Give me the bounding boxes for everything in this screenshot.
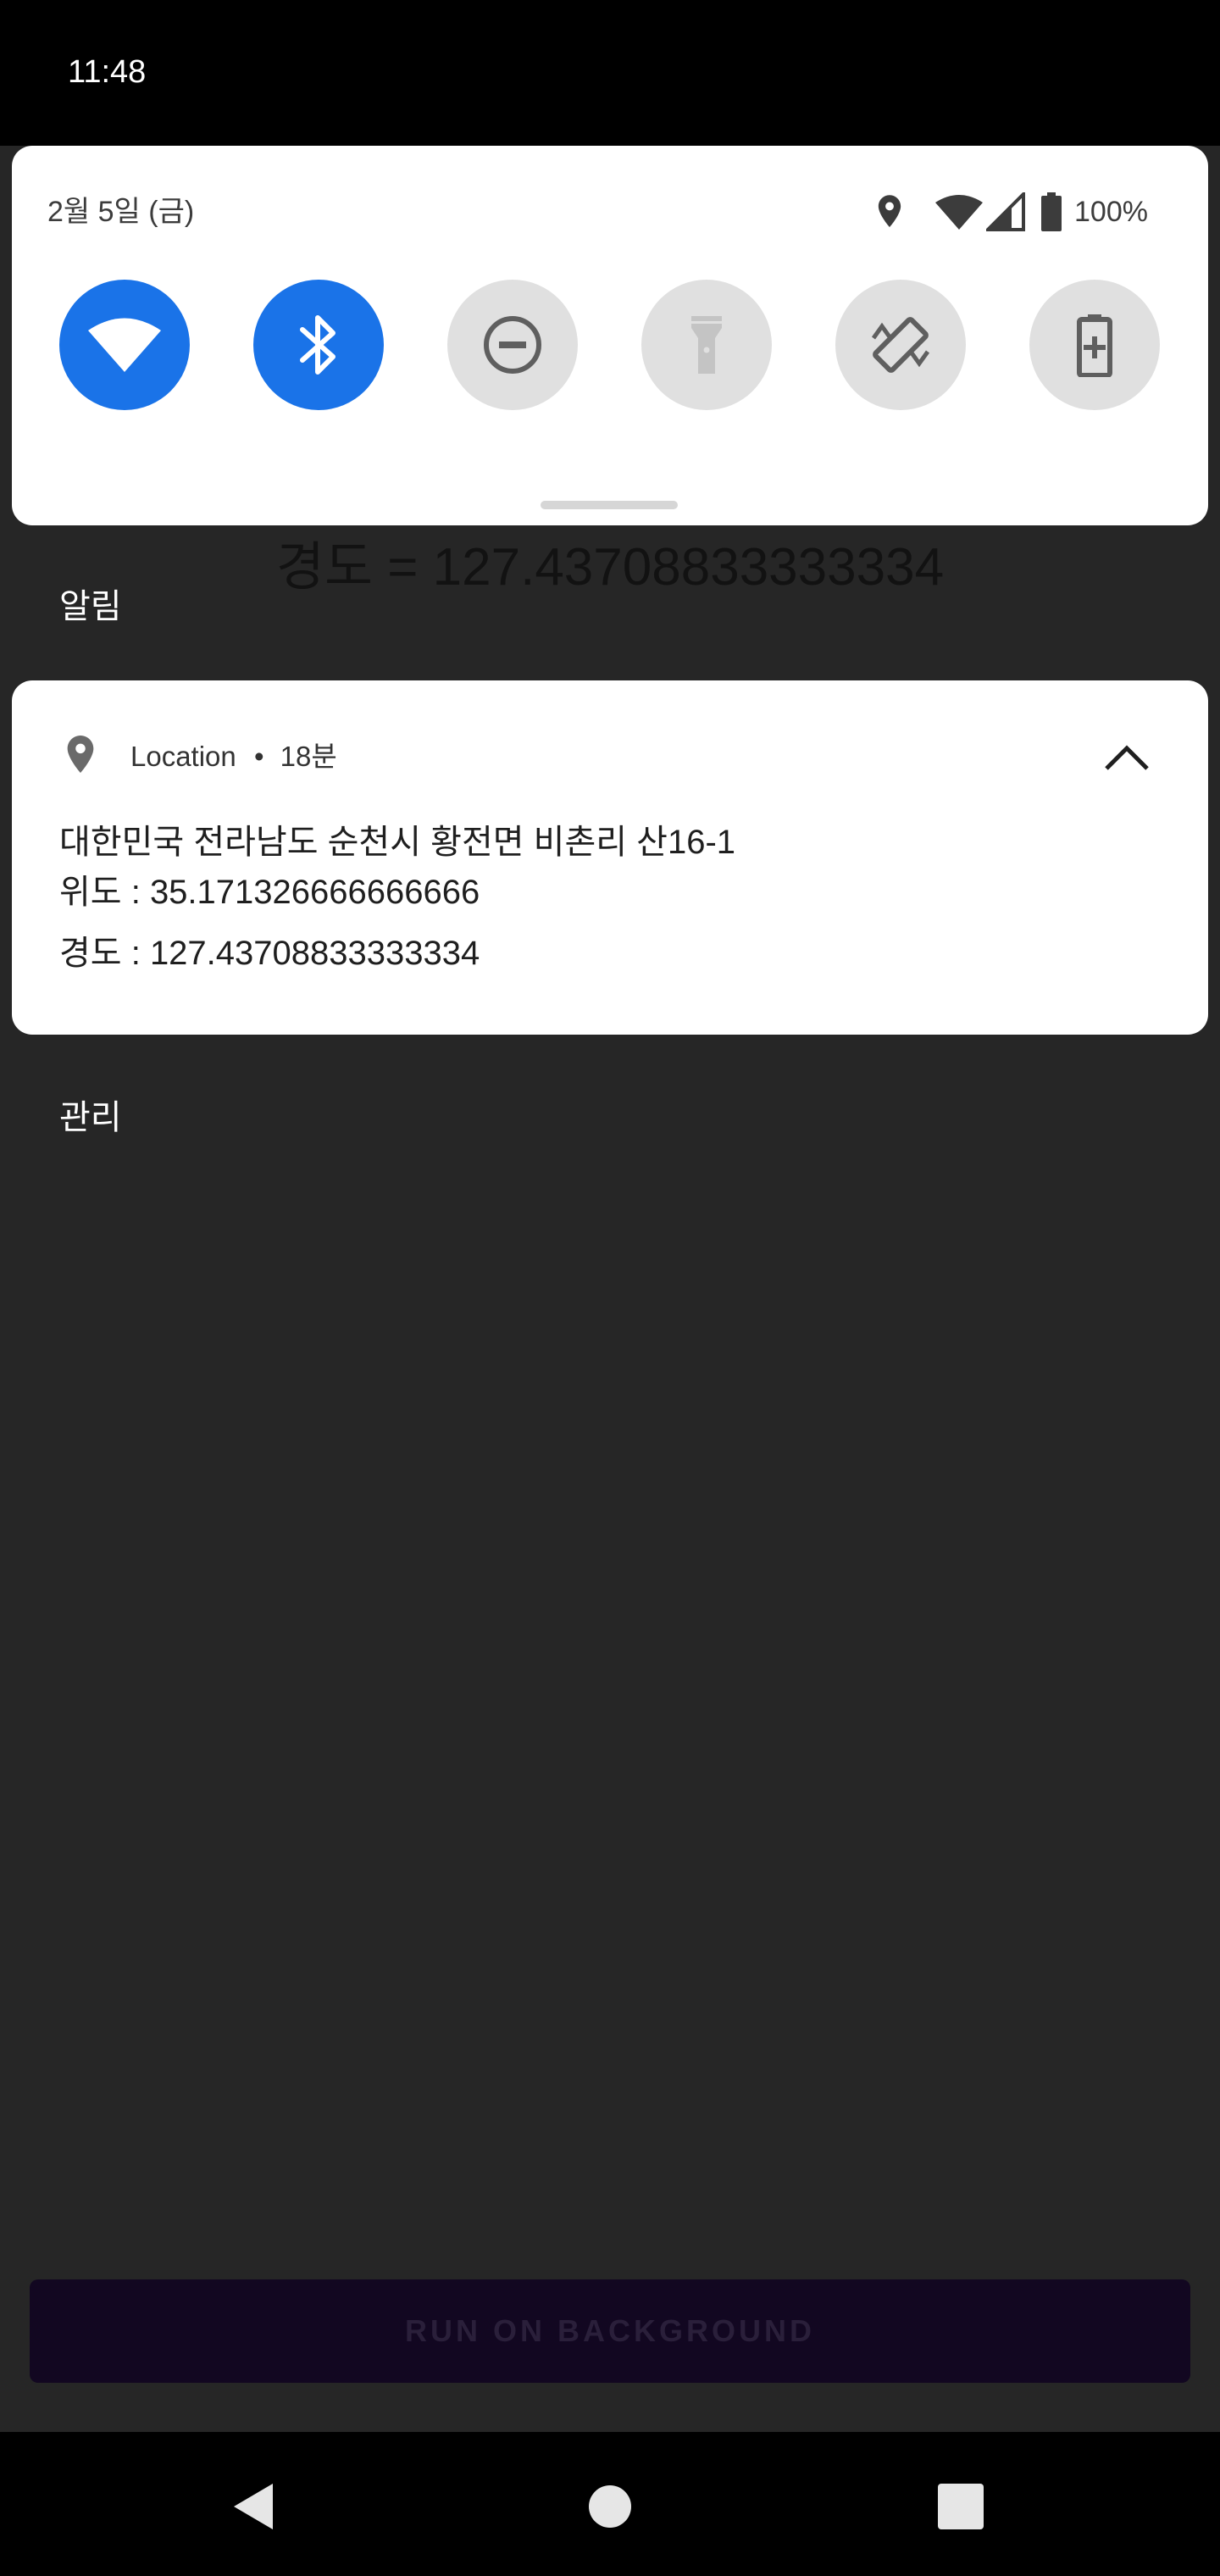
flashlight-tile[interactable]	[641, 280, 772, 410]
manage-notifications-button[interactable]: 관리	[59, 1094, 122, 1141]
notifications-section-title: 알림	[59, 588, 122, 625]
notification-separator: •	[253, 741, 264, 772]
wifi-tile[interactable]	[59, 280, 190, 410]
chevron-up-icon	[1103, 743, 1151, 772]
home-icon	[588, 2484, 632, 2529]
background-longitude-text: 경도 = 127.43708833333334	[275, 538, 945, 597]
do-not-disturb-tile[interactable]	[447, 280, 578, 410]
quick-settings-status-icons: 100%	[873, 188, 1148, 236]
wifi-signal-icon	[935, 194, 983, 230]
auto-rotate-tile[interactable]	[835, 280, 966, 410]
quick-settings-drag-handle[interactable]	[541, 501, 678, 509]
battery-icon	[1040, 192, 1062, 231]
run-on-background-button: RUN ON BACKGROUND	[30, 2279, 1190, 2383]
home-button[interactable]	[568, 2464, 652, 2549]
notification-app-name: Location	[130, 741, 236, 772]
recents-icon	[938, 2484, 984, 2529]
battery-saver-icon	[1076, 313, 1113, 377]
bluetooth-icon	[297, 313, 340, 377]
notification-location-icon	[61, 732, 100, 782]
notification-latitude: 위도 : 35.171326666666666	[59, 874, 480, 911]
auto-rotate-icon	[868, 313, 933, 377]
back-icon	[232, 2482, 276, 2531]
bluetooth-tile[interactable]	[253, 280, 384, 410]
notification-collapse-button[interactable]	[1101, 734, 1152, 781]
battery-percent: 100%	[1074, 195, 1148, 228]
do-not-disturb-icon	[482, 314, 543, 375]
notification-longitude: 경도 : 127.43708833333334	[59, 935, 480, 972]
notification-address: 대한민국 전라남도 순천시 황전면 비촌리 산16-1	[59, 824, 736, 861]
quick-settings-date[interactable]: 2월 5일 (금)	[47, 192, 194, 232]
status-bar	[0, 0, 1220, 146]
notification-time: 18분	[280, 741, 337, 772]
battery-saver-tile[interactable]	[1029, 280, 1160, 410]
cellular-signal-icon	[986, 192, 1025, 231]
flashlight-icon	[688, 313, 725, 377]
location-icon	[873, 192, 907, 231]
wifi-icon	[88, 318, 161, 372]
status-time: 11:48	[68, 54, 147, 90]
recents-button[interactable]	[918, 2464, 1003, 2549]
back-button[interactable]	[212, 2464, 297, 2549]
notification-header: Location • 18분	[130, 736, 337, 777]
run-on-background-label: RUN ON BACKGROUND	[405, 2313, 815, 2348]
